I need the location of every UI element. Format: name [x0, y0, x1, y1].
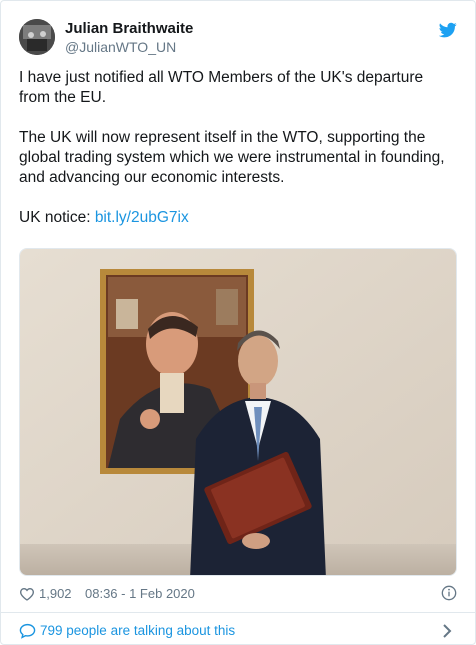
author-handle[interactable]: @JulianWTO_UN [65, 39, 176, 55]
tweet-paragraph: I have just notified all WTO Members of … [19, 69, 424, 106]
conversation-label[interactable]: 799 people are talking about this [40, 623, 235, 638]
tweet-meta: 1,902 08:36 - 1 Feb 2020 [19, 584, 457, 604]
twitter-bird-icon[interactable] [439, 21, 457, 39]
speech-bubble-icon [19, 623, 36, 639]
divider [1, 612, 475, 613]
tweet-paragraph: The UK will now represent itself in the … [19, 129, 445, 186]
info-icon[interactable] [441, 585, 457, 601]
tweet-header: Julian Braithwaite @JulianWTO_UN [19, 17, 457, 59]
tweet-card: Julian Braithwaite @JulianWTO_UN I have … [0, 0, 476, 645]
author-name[interactable]: Julian Braithwaite [65, 20, 193, 37]
like-count[interactable]: 1,902 [39, 586, 72, 601]
notice-prefix: UK notice: [19, 209, 95, 226]
notice-line: UK notice: bit.ly/2ubG7ix [19, 208, 457, 228]
tweet-text: I have just notified all WTO Members of … [19, 68, 457, 248]
heart-icon[interactable] [19, 586, 35, 602]
notice-link[interactable]: bit.ly/2ubG7ix [95, 209, 189, 226]
conversation-link[interactable]: 799 people are talking about this [19, 621, 457, 641]
avatar[interactable] [19, 19, 55, 55]
photo-image [20, 249, 456, 575]
chevron-right-icon[interactable] [441, 624, 453, 638]
timestamp[interactable]: 08:36 - 1 Feb 2020 [85, 586, 195, 601]
tweet-photo[interactable] [19, 248, 457, 576]
